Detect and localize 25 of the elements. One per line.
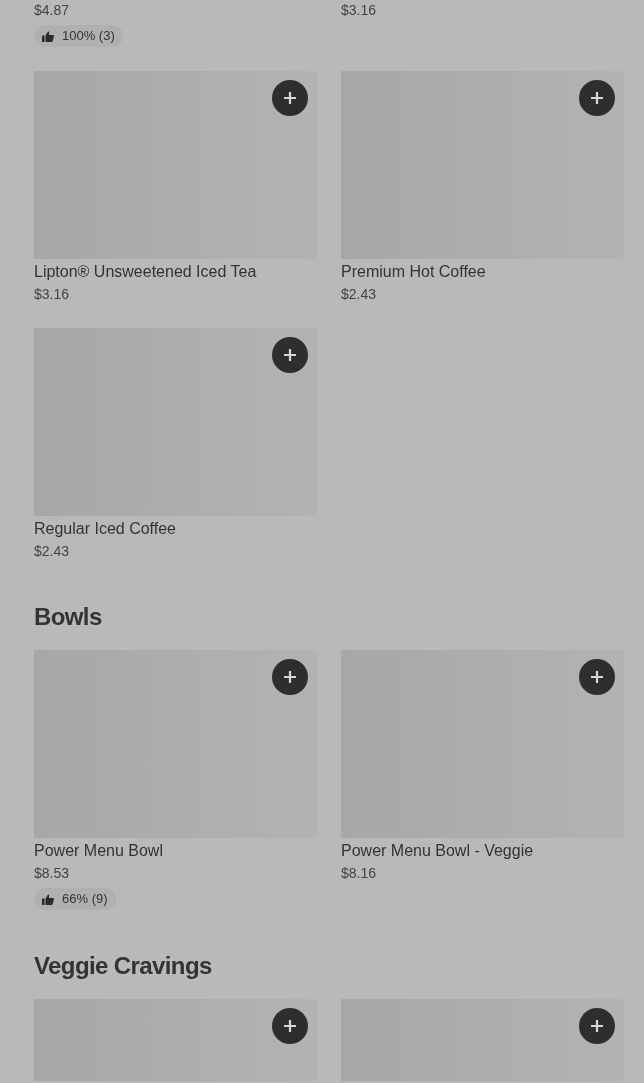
section-heading: Bowls — [34, 602, 103, 632]
plus-icon — [591, 671, 603, 683]
item-price: $2.43 — [341, 285, 377, 304]
item-price: $8.53 — [34, 864, 70, 883]
plus-icon — [284, 349, 296, 361]
item-name[interactable]: Premium Hot Coffee — [341, 260, 486, 284]
plus-icon — [591, 1020, 603, 1032]
plus-icon — [284, 92, 296, 104]
item-name[interactable]: Regular Iced Coffee — [34, 517, 176, 541]
plus-icon — [284, 671, 296, 683]
plus-icon — [591, 92, 603, 104]
rating-text: 66% (9) — [62, 890, 108, 909]
item-name[interactable]: Lipton® Unsweetened Iced Tea — [34, 260, 257, 284]
item-price: $8.16 — [341, 864, 377, 883]
item-price: $4.87 — [34, 1, 70, 20]
item-price: $3.16 — [34, 285, 70, 304]
section-heading: Veggie Cravings — [34, 951, 213, 981]
item-name[interactable]: Power Menu Bowl — [34, 839, 163, 863]
plus-icon — [284, 1020, 296, 1032]
item-price: $3.16 — [341, 1, 377, 20]
thumbs-up-icon — [42, 30, 54, 42]
rating-text: 100% (3) — [62, 27, 115, 46]
item-name[interactable]: Power Menu Bowl - Veggie — [341, 839, 534, 863]
item-price: $2.43 — [34, 542, 70, 561]
thumbs-up-icon — [42, 893, 54, 905]
